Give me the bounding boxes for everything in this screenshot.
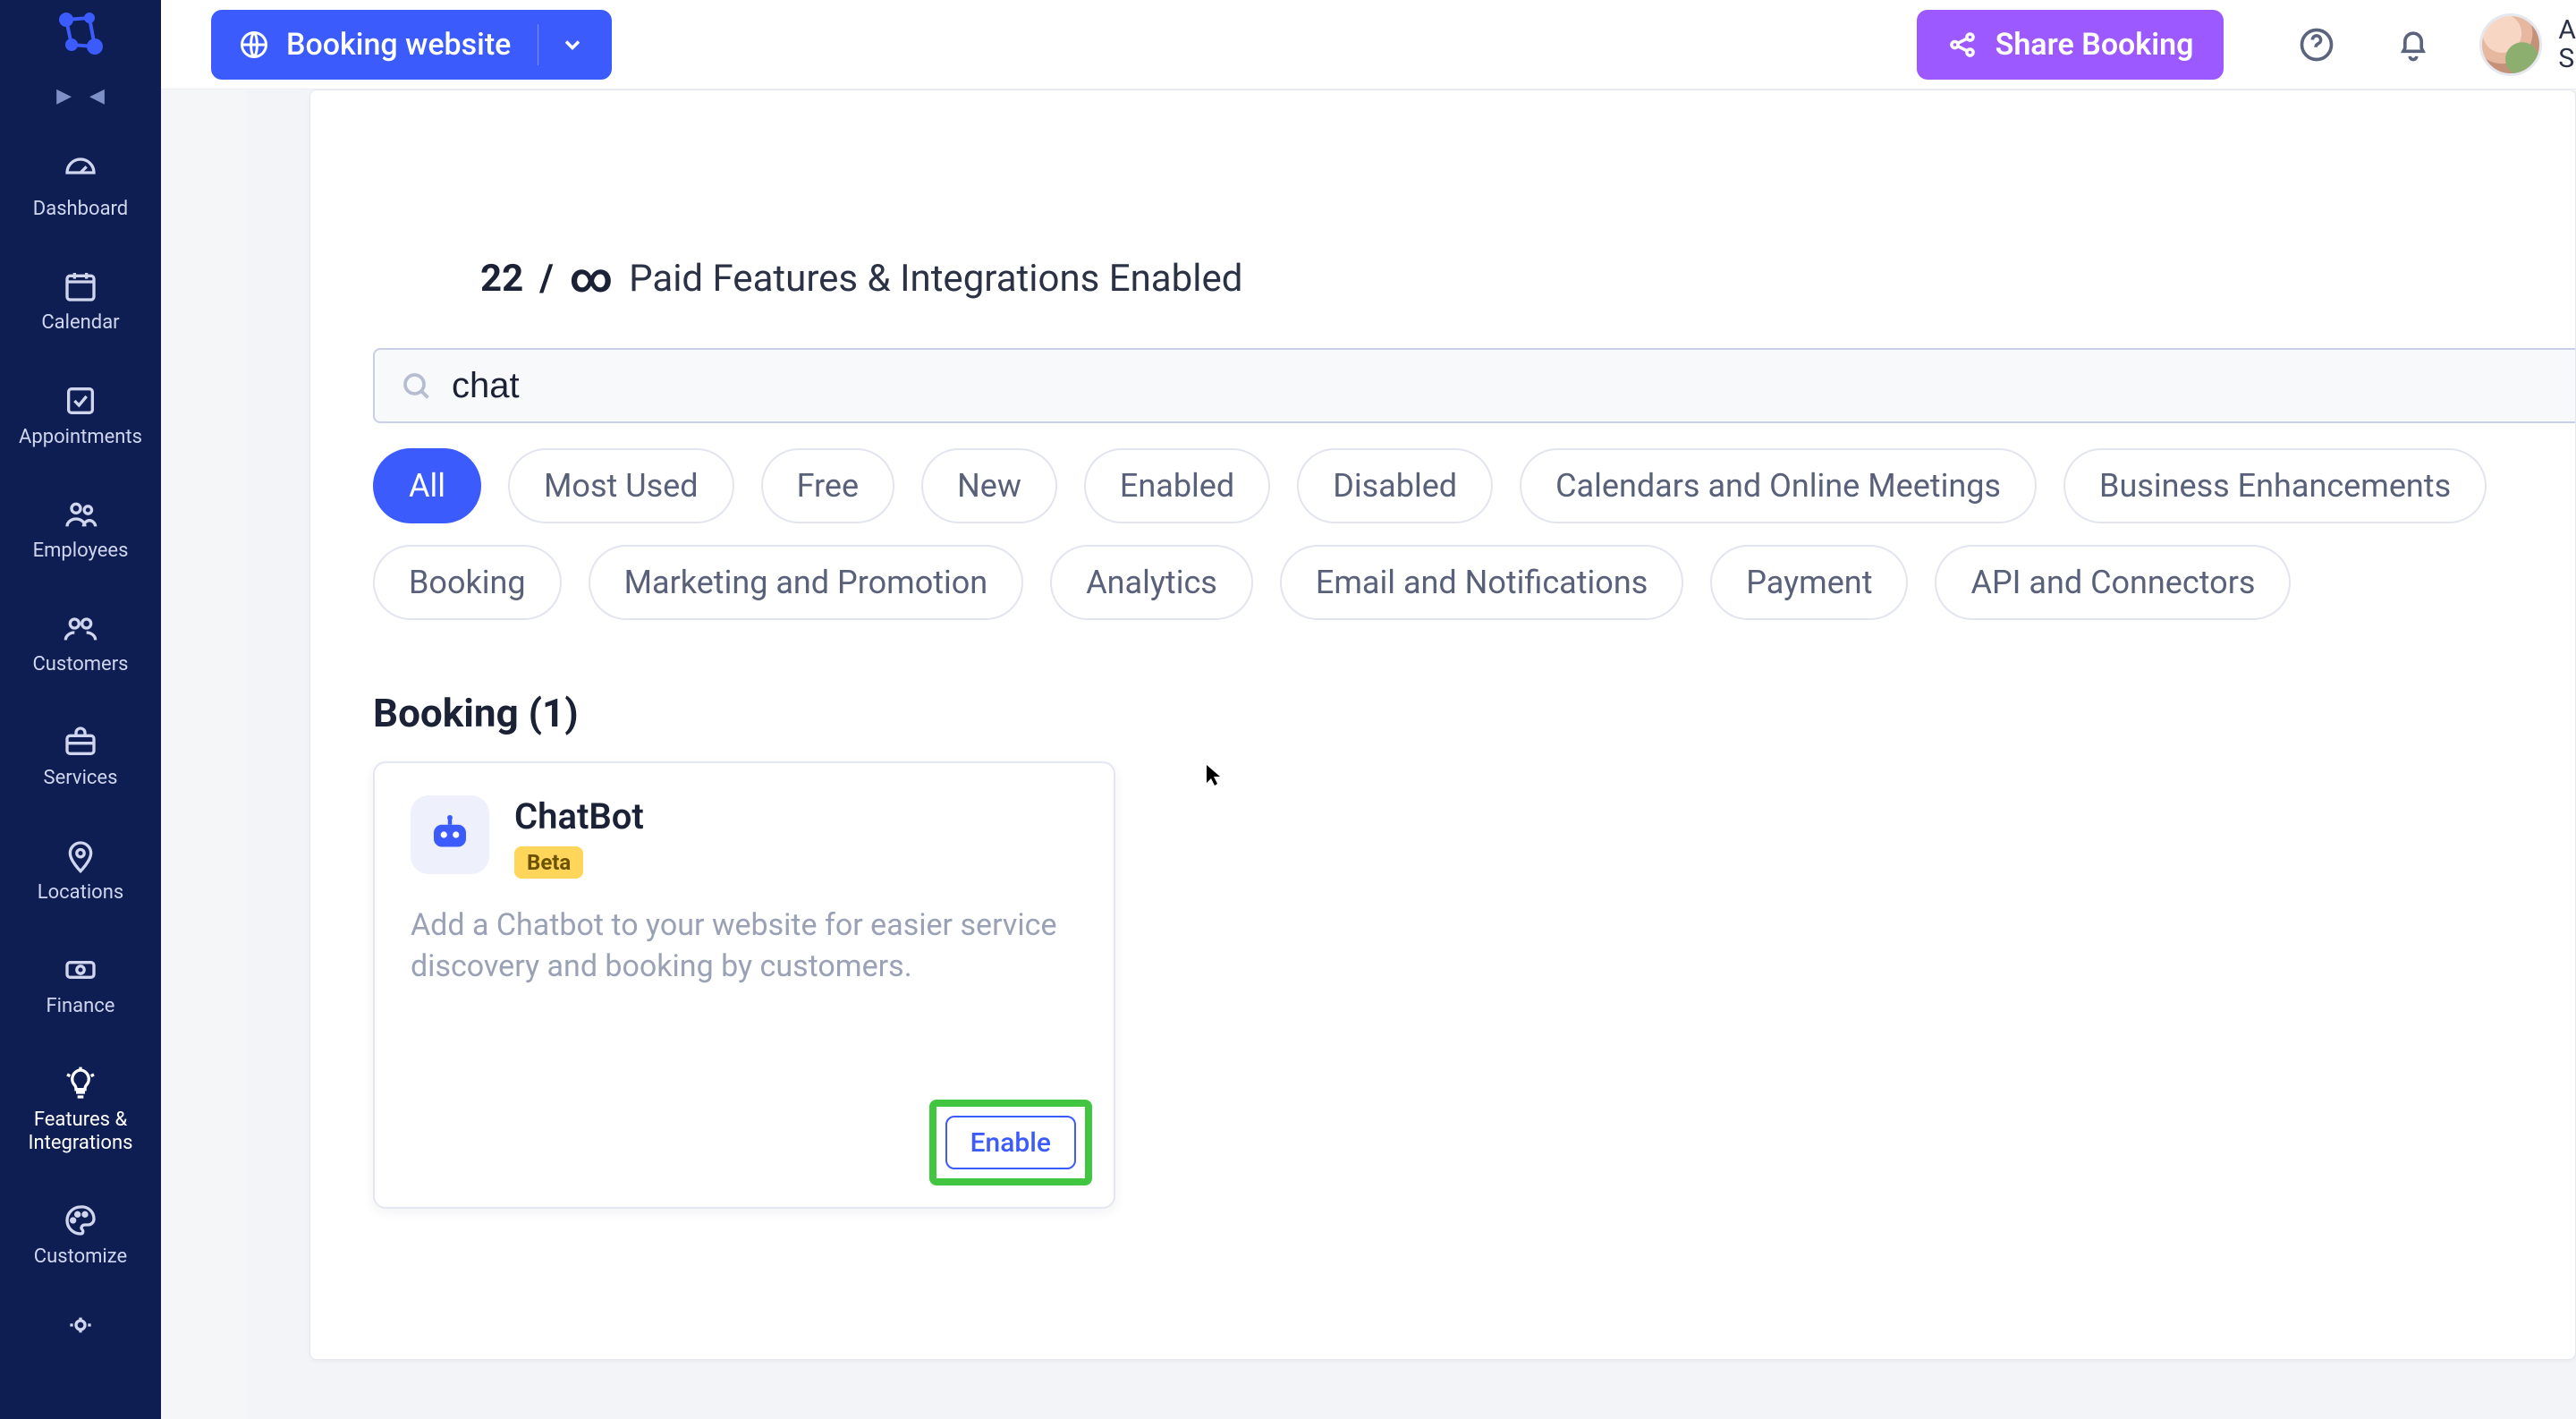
enable-button[interactable]: Enable xyxy=(945,1116,1076,1169)
sidebar-item-customize[interactable]: Customize xyxy=(0,1195,161,1273)
filter-chip-most-used[interactable]: Most Used xyxy=(508,448,734,523)
feature-title: ChatBot xyxy=(514,795,644,837)
chatbot-icon xyxy=(411,795,489,874)
features-sep: / xyxy=(539,257,554,301)
filter-chip-calendars-and-online-meetings[interactable]: Calendars and Online Meetings xyxy=(1520,448,2037,523)
user-menu[interactable]: A S xyxy=(2479,13,2576,76)
filter-chip-marketing-and-promotion[interactable]: Marketing and Promotion xyxy=(589,545,1024,620)
content-card: 22 / ∞ Paid Features & Integrations Enab… xyxy=(309,89,2576,1360)
sidebar-item-label: Finance xyxy=(47,995,115,1017)
search-box[interactable] xyxy=(373,348,2575,423)
customers-icon xyxy=(61,608,100,648)
bell-icon[interactable] xyxy=(2392,23,2435,66)
filter-chip-enabled[interactable]: Enabled xyxy=(1084,448,1270,523)
chevron-down-icon xyxy=(538,24,585,65)
globe-icon xyxy=(238,29,270,61)
triangle-left-icon: ◀ xyxy=(89,85,105,107)
features-enabled-summary: 22 / ∞ Paid Features & Integrations Enab… xyxy=(480,242,2539,314)
user-name: A S xyxy=(2558,16,2576,72)
sidebar-item-label: Calendar xyxy=(41,311,119,334)
filter-chip-business-enhancements[interactable]: Business Enhancements xyxy=(2063,448,2487,523)
features-tail: Paid Features & Integrations Enabled xyxy=(629,257,1242,301)
booking-website-button[interactable]: Booking website xyxy=(211,10,612,80)
gauge-icon xyxy=(61,153,100,192)
sidebar-item-calendar[interactable]: Calendar xyxy=(0,261,161,339)
sidebar: ▶ ◀ Dashboard Calendar Appointments xyxy=(0,0,161,1419)
filter-chip-api-and-connectors[interactable]: API and Connectors xyxy=(1935,545,2291,620)
sidebar-collapse-toggles[interactable]: ▶ ◀ xyxy=(56,85,105,107)
search-icon xyxy=(400,370,432,402)
beta-badge: Beta xyxy=(514,846,583,879)
filter-chip-analytics[interactable]: Analytics xyxy=(1050,545,1253,620)
content-area: 22 / ∞ Paid Features & Integrations Enab… xyxy=(247,89,2576,1419)
sidebar-item-locations[interactable]: Locations xyxy=(0,831,161,909)
filter-chip-free[interactable]: Free xyxy=(761,448,895,523)
filter-chip-all[interactable]: All xyxy=(373,448,481,523)
sidebar-item-more[interactable] xyxy=(0,1300,161,1350)
help-icon[interactable] xyxy=(2295,23,2338,66)
sidebar-item-label: Features & Integrations xyxy=(29,1109,133,1154)
sidebar-item-finance[interactable]: Finance xyxy=(0,945,161,1023)
search-input[interactable] xyxy=(452,366,2550,406)
sidebar-item-label: Appointments xyxy=(19,426,142,448)
money-icon xyxy=(61,950,100,990)
calendar-icon xyxy=(61,267,100,306)
sidebar-item-label: Customers xyxy=(32,653,128,676)
filter-chip-disabled[interactable]: Disabled xyxy=(1297,448,1493,523)
sidebar-nav: Dashboard Calendar Appointments Employee… xyxy=(0,148,161,1350)
avatar xyxy=(2479,13,2542,76)
sidebar-item-services[interactable]: Services xyxy=(0,717,161,794)
feature-card-chatbot[interactable]: ChatBot Beta Add a Chatbot to your websi… xyxy=(373,761,1115,1209)
app-logo[interactable] xyxy=(54,9,107,63)
sidebar-item-employees[interactable]: Employees xyxy=(0,489,161,567)
filter-chips: All Most Used Free New Enabled Disabled Calend… xyxy=(373,448,2548,620)
cursor-icon xyxy=(1205,763,1223,788)
sidebar-item-label: Dashboard xyxy=(33,198,128,220)
sidebar-item-label: Services xyxy=(44,767,118,789)
sidebar-item-label: Customize xyxy=(34,1245,127,1268)
triangle-right-icon: ▶ xyxy=(56,85,72,107)
sidebar-item-label: Employees xyxy=(33,540,129,562)
filter-chip-new[interactable]: New xyxy=(921,448,1057,523)
lightbulb-icon xyxy=(61,1064,100,1103)
sidebar-item-customers[interactable]: Customers xyxy=(0,603,161,681)
enable-highlight: Enable xyxy=(929,1100,1092,1185)
gear-icon xyxy=(61,1305,100,1345)
share-booking-button[interactable]: Share Booking xyxy=(1917,10,2224,80)
feature-description: Add a Chatbot to your website for easier… xyxy=(411,905,1078,988)
employees-icon xyxy=(61,495,100,534)
check-note-icon xyxy=(61,381,100,421)
filter-chip-email-and-notifications[interactable]: Email and Notifications xyxy=(1280,545,1683,620)
pin-icon xyxy=(61,837,100,876)
topbar-icon-group xyxy=(2295,23,2435,66)
features-count: 22 xyxy=(480,257,523,301)
sidebar-item-appointments[interactable]: Appointments xyxy=(0,376,161,454)
filter-chip-payment[interactable]: Payment xyxy=(1710,545,1908,620)
section-title: Booking (1) xyxy=(373,690,579,736)
infinity-icon: ∞ xyxy=(570,254,613,302)
sidebar-item-dashboard[interactable]: Dashboard xyxy=(0,148,161,225)
sidebar-item-label: Locations xyxy=(38,881,123,904)
topbar: Booking website Share Booking A S xyxy=(161,0,2576,89)
sidebar-item-features-integrations[interactable]: Features & Integrations xyxy=(0,1058,161,1160)
booking-website-label: Booking website xyxy=(286,27,511,63)
share-label: Share Booking xyxy=(1996,27,2194,63)
share-icon xyxy=(1947,30,1978,60)
filter-chip-booking[interactable]: Booking xyxy=(373,545,562,620)
briefcase-icon xyxy=(61,722,100,761)
palette-icon xyxy=(61,1201,100,1240)
